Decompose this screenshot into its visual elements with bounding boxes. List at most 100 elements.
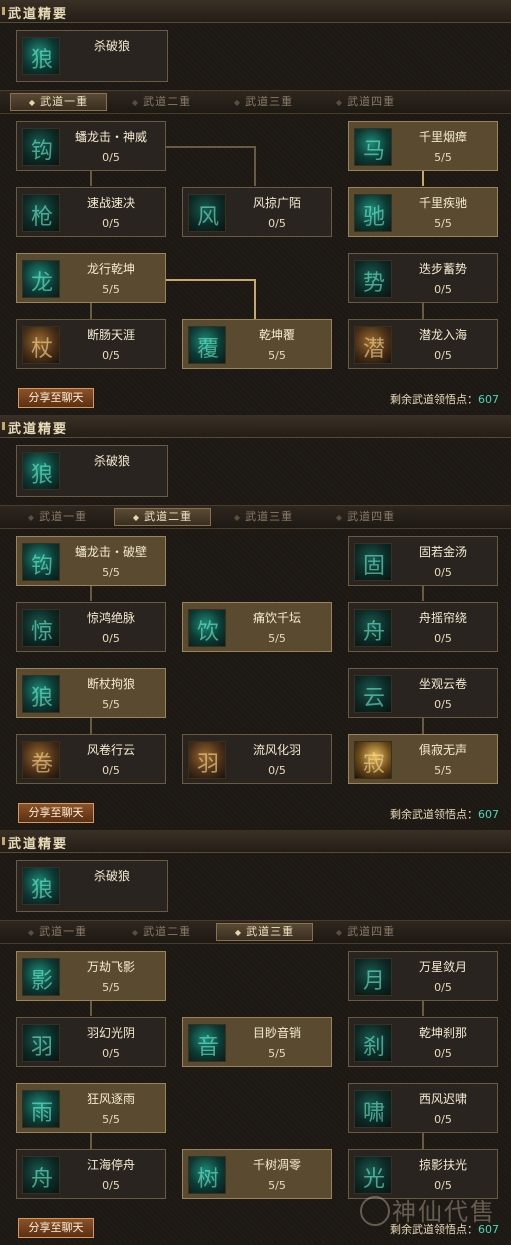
skill-node[interactable]: 杖 断肠天涯 0/5 bbox=[16, 319, 166, 369]
skill-name: 龙行乾坤 bbox=[86, 262, 135, 276]
skill-node[interactable]: 树 千树凋零 5/5 bbox=[182, 1149, 332, 1199]
skill-node[interactable]: 马 千里烟瘴 5/5 bbox=[348, 121, 498, 171]
skill-node[interactable]: 寂 俱寂无声 5/5 bbox=[348, 734, 498, 784]
connector bbox=[90, 303, 92, 319]
skill-node[interactable]: 驰 千里疾驰 5/5 bbox=[348, 187, 498, 237]
skill-node[interactable]: 羽 流风化羽 0/5 bbox=[182, 734, 332, 784]
skill-node[interactable]: 饮 痛饮千坛 5/5 bbox=[182, 602, 332, 652]
skill-name: 蟠龙击・神威 bbox=[74, 130, 147, 144]
watermark-text: 神仙代售 bbox=[392, 1198, 496, 1226]
tab-tier-1[interactable]: 武道一重 bbox=[10, 93, 107, 111]
skill-name: 蟠龙击・破壁 bbox=[74, 545, 147, 559]
essence-title: 武道精要 bbox=[1, 833, 68, 852]
skill-node[interactable]: 钩蟠龙击・破壁 5/5 bbox=[16, 536, 166, 586]
skill-name: 千里烟瘴 bbox=[418, 130, 467, 144]
tab-tier-2[interactable]: 武道二重 bbox=[114, 923, 209, 941]
tab-tier-3[interactable]: 武道三重 bbox=[216, 93, 311, 111]
staff-skill-icon: 杖 bbox=[22, 326, 60, 364]
tab-tier-2[interactable]: 武道二重 bbox=[114, 93, 209, 111]
skill-level: 5/5 bbox=[102, 981, 120, 994]
skill-level: 0/5 bbox=[434, 1047, 452, 1060]
skill-node[interactable]: 狼 断杖拘狼 5/5 bbox=[16, 668, 166, 718]
skill-name: 目眇音销 bbox=[252, 1026, 301, 1040]
remaining-points: 剩余武道领悟点：607 bbox=[390, 806, 499, 822]
skill-level: 5/5 bbox=[434, 151, 452, 164]
skill-name: 痛饮千坛 bbox=[252, 611, 301, 625]
tab-tier-1[interactable]: 武道一重 bbox=[10, 923, 105, 941]
skill-node[interactable]: 雨 狂风逐雨 5/5 bbox=[16, 1083, 166, 1133]
skill-node[interactable]: 钩蟠龙击・神威 0/5 bbox=[16, 121, 166, 171]
skill-node[interactable]: 刹 乾坤刹那 0/5 bbox=[348, 1017, 498, 1067]
skill-node[interactable]: 啸 西风迟啸 0/5 bbox=[348, 1083, 498, 1133]
remaining-points-value: 607 bbox=[478, 393, 499, 406]
skill-node[interactable]: 影 万劫飞影 5/5 bbox=[16, 951, 166, 1001]
connector bbox=[422, 586, 424, 601]
mascot-icon bbox=[360, 1196, 390, 1226]
connector bbox=[90, 1133, 92, 1149]
skill-node[interactable]: 月 万星敛月 0/5 bbox=[348, 951, 498, 1001]
skill-name: 西风迟啸 bbox=[418, 1092, 467, 1106]
wolf-skill-icon: 狼 bbox=[22, 37, 60, 75]
skill-name: 万星敛月 bbox=[418, 960, 467, 974]
essence-skill[interactable]: 狼 杀破狼 bbox=[16, 30, 168, 82]
horse-skill-icon: 马 bbox=[354, 128, 392, 166]
essence-skill[interactable]: 狼 杀破狼 bbox=[16, 445, 168, 497]
remaining-points: 剩余武道领悟点：607 bbox=[390, 391, 499, 407]
skill-level: 0/5 bbox=[102, 349, 120, 362]
staff-skill-icon: 刹 bbox=[354, 1024, 392, 1062]
skill-node[interactable]: 音 目眇音销 5/5 bbox=[182, 1017, 332, 1067]
tab-tier-4[interactable]: 武道四重 bbox=[318, 923, 413, 941]
essence-skill[interactable]: 狼 杀破狼 bbox=[16, 860, 168, 912]
connector bbox=[254, 146, 256, 186]
skill-level: 0/5 bbox=[268, 764, 286, 777]
tab-tier-4[interactable]: 武道四重 bbox=[318, 93, 413, 111]
skill-node[interactable]: 龙 龙行乾坤 5/5 bbox=[16, 253, 166, 303]
skill-node[interactable]: 舟 舟摇帘绕 0/5 bbox=[348, 602, 498, 652]
connector bbox=[90, 1001, 92, 1016]
skill-node[interactable]: 羽 羽幻光阴 0/5 bbox=[16, 1017, 166, 1067]
skill-level: 5/5 bbox=[102, 566, 120, 579]
skill-name: 俱寂无声 bbox=[418, 743, 467, 757]
skill-level: 0/5 bbox=[434, 1113, 452, 1126]
connector bbox=[422, 303, 424, 319]
skill-node[interactable]: 舟 江海停舟 0/5 bbox=[16, 1149, 166, 1199]
shield-skill-icon: 固 bbox=[354, 543, 392, 581]
wind-skill-icon: 风 bbox=[188, 194, 226, 232]
skill-name: 流风化羽 bbox=[252, 743, 301, 757]
share-to-chat-button[interactable]: 分享至聊天 bbox=[18, 803, 94, 823]
tab-tier-2[interactable]: 武道二重 bbox=[114, 508, 211, 526]
tab-tier-3[interactable]: 武道三重 bbox=[216, 923, 313, 941]
share-to-chat-button[interactable]: 分享至聊天 bbox=[18, 1218, 94, 1238]
spear-skill-icon: 惊 bbox=[22, 609, 60, 647]
skill-node[interactable]: 覆 乾坤覆 5/5 bbox=[182, 319, 332, 369]
tab-tier-3[interactable]: 武道三重 bbox=[216, 508, 311, 526]
skill-node[interactable]: 势 迭步蓄势 0/5 bbox=[348, 253, 498, 303]
skill-name: 千里疾驰 bbox=[418, 196, 467, 210]
skill-node[interactable]: 云 坐观云卷 0/5 bbox=[348, 668, 498, 718]
dragon-skill-icon: 龙 bbox=[22, 260, 60, 298]
staff-skill-icon: 覆 bbox=[188, 326, 226, 364]
connector bbox=[166, 279, 256, 281]
wolf-skill-icon: 狼 bbox=[22, 675, 60, 713]
essence-header: 武道精要 bbox=[0, 0, 511, 23]
skill-node[interactable]: 风 风掠广陌 0/5 bbox=[182, 187, 332, 237]
horse-skill-icon: 驰 bbox=[354, 194, 392, 232]
skill-node[interactable]: 固 固若金汤 0/5 bbox=[348, 536, 498, 586]
share-to-chat-button[interactable]: 分享至聊天 bbox=[18, 388, 94, 408]
connector bbox=[422, 1133, 424, 1149]
skill-node[interactable]: 潜 潜龙入海 0/5 bbox=[348, 319, 498, 369]
connector bbox=[422, 1001, 424, 1016]
remaining-label: 剩余武道领悟点： bbox=[390, 808, 478, 821]
skill-name: 掠影扶光 bbox=[418, 1158, 467, 1172]
boat-skill-icon: 舟 bbox=[354, 609, 392, 647]
skill-node[interactable]: 卷 风卷行云 0/5 bbox=[16, 734, 166, 784]
skill-level: 0/5 bbox=[102, 632, 120, 645]
skill-level: 5/5 bbox=[102, 283, 120, 296]
tab-tier-4[interactable]: 武道四重 bbox=[318, 508, 413, 526]
skill-node[interactable]: 枪 速战速决 0/5 bbox=[16, 187, 166, 237]
essence-title: 武道精要 bbox=[1, 3, 68, 22]
skill-node[interactable]: 惊 惊鸿绝脉 0/5 bbox=[16, 602, 166, 652]
whirlwind-skill-icon: 卷 bbox=[22, 741, 60, 779]
tab-tier-1[interactable]: 武道一重 bbox=[10, 508, 105, 526]
skill-level: 5/5 bbox=[268, 1179, 286, 1192]
